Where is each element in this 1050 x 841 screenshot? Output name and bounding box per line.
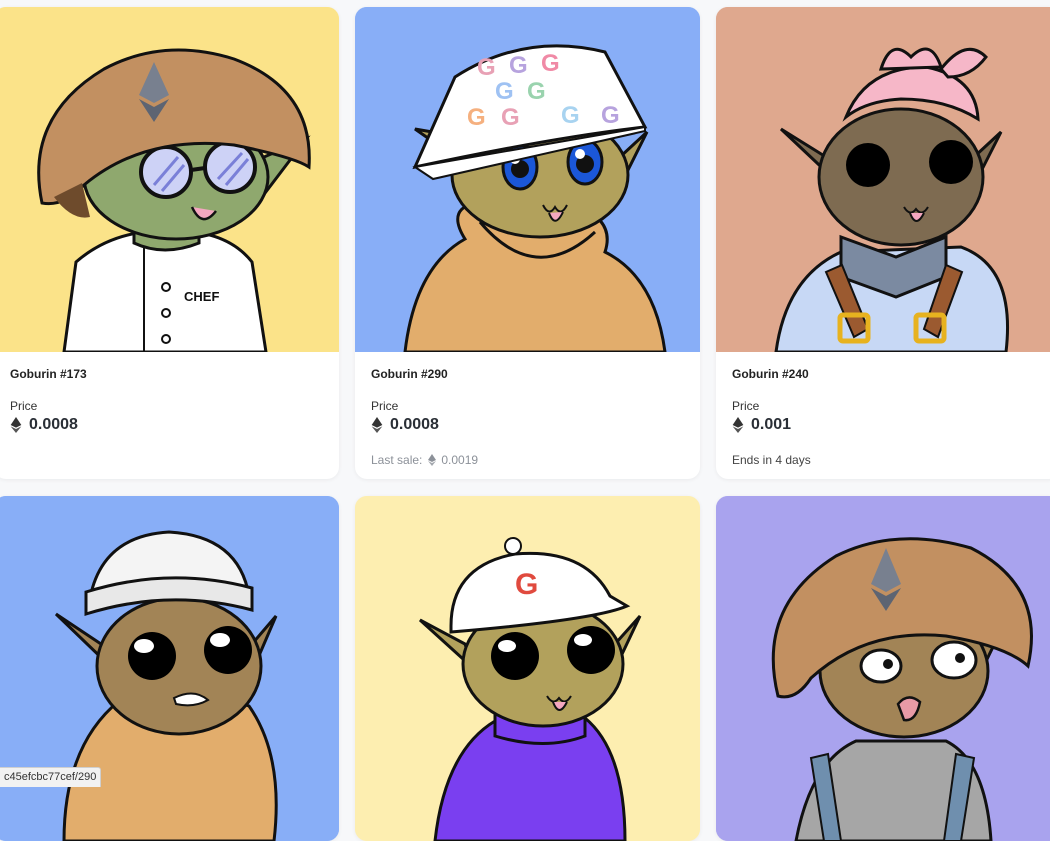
last-sale-value: 0.0019 (441, 453, 479, 467)
price-amount: 0.001 (751, 416, 792, 433)
nft-image[interactable]: CHEF (0, 7, 339, 352)
price-value: 0.001 (732, 416, 791, 434)
nft-image[interactable]: G G G G G G G G G (355, 7, 700, 352)
nft-image[interactable] (716, 496, 1050, 841)
price-amount: 0.0008 (390, 416, 439, 433)
nft-image[interactable] (716, 7, 1050, 352)
nft-card-goburin-173[interactable]: CHEF Goburin #173 Price 0.0008 (0, 7, 339, 479)
bucket-hat-letter: G (495, 78, 514, 105)
status-bar-url: c45efcbc77cef/290 (0, 767, 102, 787)
nft-image[interactable]: G (355, 496, 700, 841)
nft-title[interactable]: Goburin #290 (371, 367, 448, 381)
bucket-hat-letter: G (509, 52, 528, 79)
nft-title[interactable]: Goburin #240 (732, 367, 809, 381)
nft-image[interactable] (0, 496, 339, 841)
bucket-hat-letter: G (467, 104, 486, 131)
bucket-hat-letter: G (541, 50, 560, 77)
price-amount: 0.0008 (29, 416, 78, 433)
chef-text: CHEF (184, 289, 219, 304)
bucket-hat-letter: G (527, 78, 546, 105)
auction-ends-label: Ends in 4 days (732, 453, 811, 467)
goblin-bandana-illustration (716, 7, 1050, 352)
goblin-bucket-hat-illustration: G G G G G G G G G (355, 7, 700, 352)
goblin-beanie-illustration (0, 496, 339, 841)
bucket-hat-letter: G (477, 54, 496, 81)
price-value: 0.0008 (10, 416, 78, 434)
bucket-hat-letter: G (561, 102, 580, 129)
ethereum-icon (732, 417, 744, 433)
nft-card[interactable]: G (355, 496, 700, 841)
price-label: Price (732, 399, 760, 413)
goblin-chef-illustration: CHEF (0, 7, 339, 352)
nft-card[interactable] (716, 496, 1050, 841)
auction-ends: Ends in 4 days (732, 453, 811, 467)
nft-card-goburin-290[interactable]: G G G G G G G G G Goburin #290 Price 0.0… (355, 7, 700, 479)
price-label: Price (371, 399, 399, 413)
cap-letter: G (515, 568, 538, 601)
goblin-mushroom-hat-illustration (716, 496, 1050, 841)
bucket-hat-letter: G (501, 104, 520, 131)
bucket-hat-letter: G (601, 102, 620, 129)
ethereum-icon (10, 417, 22, 433)
last-sale: Last sale: 0.0019 (371, 453, 478, 467)
price-label: Price (10, 399, 38, 413)
last-sale-label: Last sale: (371, 453, 423, 467)
nft-card[interactable] (0, 496, 339, 841)
price-value: 0.0008 (371, 416, 439, 434)
nft-title[interactable]: Goburin #173 (10, 367, 87, 381)
ethereum-icon (428, 454, 437, 466)
nft-card-goburin-240[interactable]: Goburin #240 Price 0.001 Ends in 4 days (716, 7, 1050, 479)
ethereum-icon (371, 417, 383, 433)
goblin-cap-illustration: G (355, 496, 700, 841)
